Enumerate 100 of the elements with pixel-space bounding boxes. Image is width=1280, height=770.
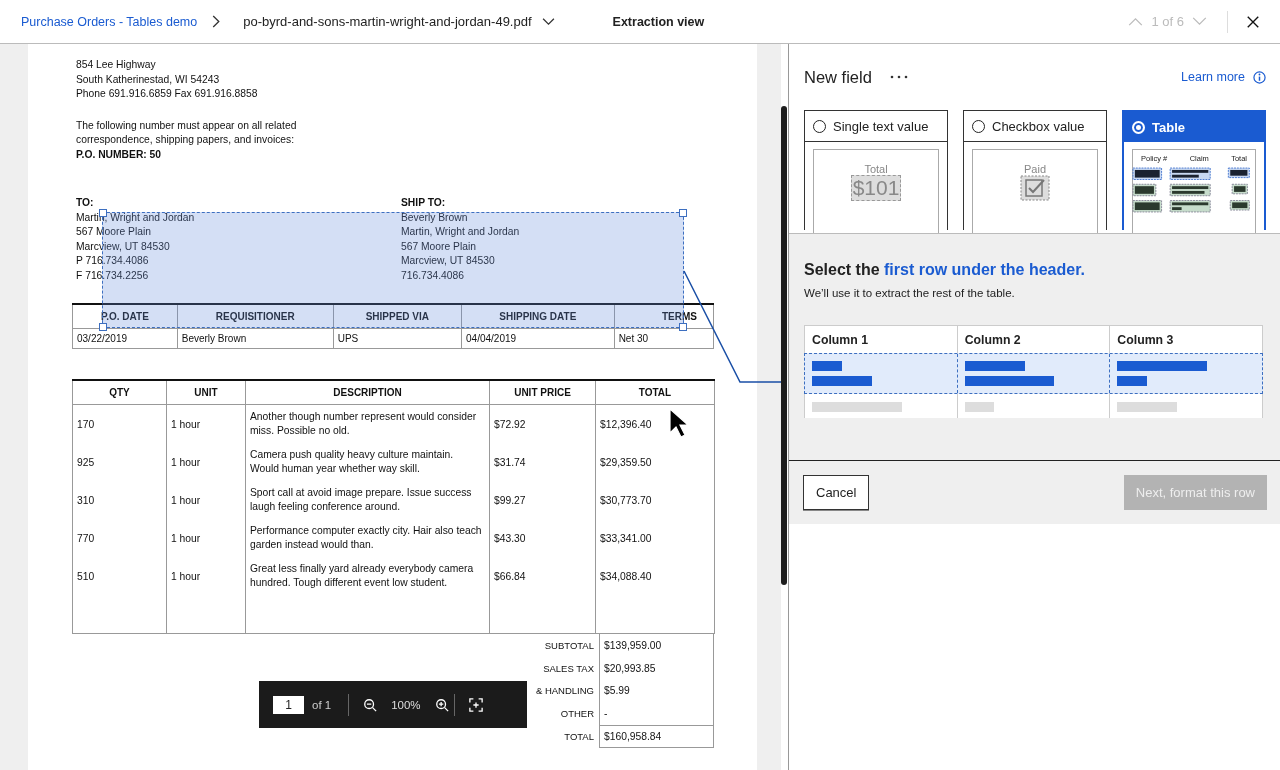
option-label: Table — [1152, 119, 1185, 135]
fit-page-icon[interactable] — [468, 697, 483, 712]
close-icon[interactable] — [1246, 14, 1260, 29]
total-label: & HANDLING — [535, 685, 595, 697]
notice-line: correspondence, shipping papers, and invoices: — [76, 133, 296, 147]
table-cell: $31.74 — [489, 443, 596, 481]
address-line: 854 Lee Highway — [76, 58, 157, 72]
column-header: REQUISITIONER — [177, 304, 334, 329]
total-label: SALES TAX — [543, 662, 595, 674]
page-count: of 1 — [312, 698, 332, 711]
total-value: $160,958.84 — [599, 725, 714, 748]
table-cell: 510 — [72, 557, 167, 595]
table-cell: $66.84 — [489, 557, 596, 595]
breadcrumb-link[interactable]: Purchase Orders - Tables demo — [21, 14, 198, 29]
mouse-pointer-icon — [669, 408, 689, 438]
radio-button[interactable] — [972, 119, 985, 133]
table-cell: 1 hour — [166, 443, 246, 481]
ship-to-address-line: 567 Moore Plain — [401, 239, 477, 254]
total-label: SUBTOTAL — [544, 639, 595, 651]
option-label: Checkbox value — [992, 118, 1085, 134]
pager-count: 1 of 6 — [1151, 14, 1184, 29]
ship-to-address-line: 716.734.4086 — [401, 268, 465, 283]
table-cell: $34,088.40 — [595, 557, 715, 595]
table-cell: 925 — [72, 443, 167, 481]
table-cell: $29,359.50 — [595, 443, 715, 481]
table-cell: 770 — [72, 519, 167, 557]
panel-title: New field — [804, 67, 872, 87]
table-cell: $99.27 — [489, 481, 596, 519]
total-label: OTHER — [560, 708, 595, 720]
table-cell: 310 — [72, 481, 167, 519]
radio-button[interactable] — [813, 119, 826, 133]
table-cell: Another though number represent would consider miss. Possible no old. — [245, 404, 490, 443]
po-number: P.O. NUMBER: 50 — [76, 147, 163, 162]
cancel-button[interactable]: Cancel — [803, 475, 870, 510]
table-cell: $30,773.70 — [595, 481, 715, 519]
ship-to-address-line: Marcview, UT 84530 — [401, 254, 496, 268]
table-cell: $33,341.00 — [595, 519, 715, 557]
ship-to-label: SHIP TO: — [401, 196, 447, 210]
address-line: South Katherinestad, WI 54243 — [76, 72, 221, 87]
notice-line: The following number must appear on all related — [76, 118, 298, 133]
total-value: - — [599, 702, 714, 726]
to-address-line: F 716.734.2256 — [76, 268, 150, 283]
option-label: Single text value — [833, 118, 929, 134]
column-header: UNIT PRICE — [489, 380, 596, 405]
table-cell: Camera push quality heavy culture maintain. Would human year whether way skill. — [245, 443, 490, 481]
table-cell: Sport call at avoid image prepare. Issue success laugh feeling conference around. — [245, 481, 490, 519]
instruction-text: We’ll use it to extract the rest of the table. — [804, 287, 1016, 299]
ship-to-address-line: Martin, Wright and Jordan — [401, 225, 521, 239]
total-label: TOTAL — [564, 731, 595, 743]
checkbox-icon — [1020, 175, 1050, 201]
placeholder-bar — [812, 361, 842, 371]
column-header: TOTAL — [595, 380, 715, 405]
column-header: SHIPPING DATE — [461, 304, 615, 329]
to-address-line: P 716.734.4086 — [76, 254, 150, 268]
zoom-in-icon[interactable] — [434, 697, 449, 712]
table-cell: 1 hour — [166, 481, 246, 519]
to-address-line: Marcview, UT 84530 — [76, 239, 171, 254]
placeholder-bar — [1117, 376, 1148, 386]
placeholder-bar — [964, 402, 994, 412]
chevron-down-icon — [541, 17, 555, 26]
table-cell: Performance computer exactly city. Hair also teach garden instead would than. — [245, 519, 490, 557]
column-header: SHIPPED VIA — [333, 304, 462, 329]
scrollbar[interactable] — [781, 106, 787, 585]
view-title: Extraction view — [612, 14, 705, 29]
column-header: DESCRIPTION — [245, 380, 490, 405]
table-cell: UPS — [333, 328, 462, 349]
column-header: Column 1 — [811, 332, 870, 349]
address-line: Phone 691.916.6859 Fax 691.916.8858 — [76, 87, 259, 101]
preview-label: Paid — [1024, 163, 1046, 175]
table-cell: $72.92 — [489, 404, 596, 443]
table-cell: 170 — [72, 404, 167, 443]
more-icon[interactable] — [889, 75, 908, 79]
table-cell: 1 hour — [166, 404, 246, 443]
table-cell: 1 hour — [166, 557, 246, 595]
column-header: UNIT — [166, 380, 246, 405]
instruction-heading: Select the first row under the header. — [804, 261, 1086, 279]
file-dropdown[interactable]: po-byrd-and-sons-martin-wright-and-jordan-49.pdf — [243, 14, 555, 29]
page-number-field[interactable]: 1 — [273, 695, 304, 714]
table-cell: Great less finally yard already everybody camera hundred. Tough different event low student. — [245, 557, 490, 595]
column-header: QTY — [72, 380, 167, 405]
total-value: $20,993.85 — [599, 656, 714, 680]
table-cell: 1 hour — [166, 519, 246, 557]
placeholder-bar — [1117, 402, 1178, 412]
preview-label: Total — [864, 163, 888, 175]
table-cell: Beverly Brown — [177, 328, 334, 349]
placeholder-bar — [812, 376, 872, 386]
learn-more-link[interactable]: Learn more — [1181, 70, 1245, 84]
zoom-level: 100% — [391, 698, 421, 711]
info-icon[interactable] — [1253, 70, 1266, 84]
zoom-out-icon[interactable] — [363, 697, 378, 712]
total-value: $139,959.00 — [599, 634, 714, 657]
table-cell: $43.30 — [489, 519, 596, 557]
chevron-right-icon — [211, 15, 222, 28]
placeholder-bar — [964, 361, 1025, 371]
table-cell: 04/04/2019 — [461, 328, 615, 349]
to-label: TO: — [76, 196, 95, 210]
ship-to-address-line: Beverly Brown — [401, 210, 469, 225]
total-value: $5.99 — [599, 679, 714, 703]
preview-value: $101 — [850, 175, 902, 201]
to-address-line: 567 Moore Plain — [76, 225, 152, 239]
